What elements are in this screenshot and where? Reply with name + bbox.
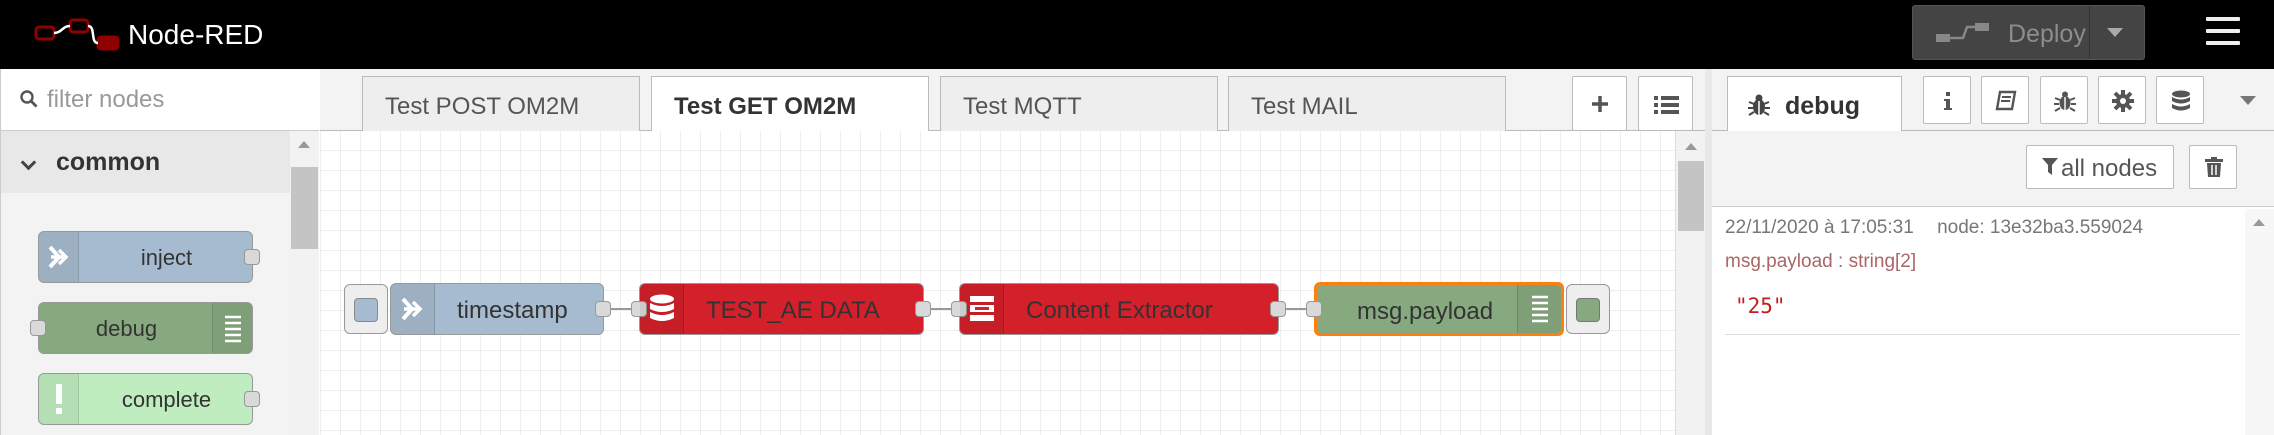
exclamation-icon — [39, 374, 79, 424]
debug-message-meta: 22/11/2020 à 17:05:31 node: 13e32ba3.559… — [1725, 217, 2143, 239]
output-port — [244, 249, 260, 265]
extractor-icon — [960, 284, 1004, 334]
bug-icon — [1748, 94, 1770, 116]
debug-list-icon — [1517, 285, 1561, 333]
flow-node-label: Content Extractor — [1026, 297, 1213, 324]
search-icon — [20, 90, 38, 108]
flow-node-msg-payload[interactable]: msg.payload — [1306, 282, 1564, 336]
chevron-down-icon[interactable] — [2240, 96, 2256, 105]
hamburger-menu-icon[interactable] — [2206, 17, 2240, 47]
workspace-tab-bar: Test POST OM2M Test GET OM2M Test MQTT T… — [320, 69, 1705, 132]
debug-toolbar: all nodes — [1712, 131, 2274, 207]
plus-icon — [1592, 96, 1608, 112]
palette-category-common[interactable]: common — [1, 131, 290, 193]
deploy-label: Deploy — [2008, 20, 2086, 48]
flow-node-content-extractor[interactable]: Content Extractor — [951, 283, 1286, 335]
bug-icon — [2054, 91, 2076, 112]
database-icon — [640, 284, 684, 334]
palette-node-label: inject — [140, 245, 193, 270]
sidebar-scrollbar[interactable] — [2245, 209, 2274, 435]
deploy-dropdown-caret-icon[interactable] — [2107, 28, 2123, 37]
debug-tab-button[interactable] — [2040, 76, 2088, 124]
flow-node-test-ae-data[interactable]: TEST_AE DATA — [631, 283, 931, 335]
tab-test-post-om2m[interactable]: Test POST OM2M — [362, 76, 640, 132]
gear-icon — [2112, 90, 2134, 112]
node-palette: common inject debug — [0, 69, 319, 435]
config-tab-button[interactable] — [2098, 76, 2146, 124]
book-icon — [1995, 90, 2017, 111]
tab-test-get-om2m[interactable]: Test GET OM2M — [651, 76, 929, 132]
chevron-down-icon — [20, 154, 37, 171]
clear-debug-button[interactable] — [2189, 145, 2237, 189]
info-icon — [1944, 92, 1952, 110]
list-flows-button[interactable] — [1638, 76, 1693, 131]
scroll-up-arrow-icon[interactable] — [2253, 219, 2265, 226]
node-red-logo-icon — [34, 18, 120, 51]
inject-arrow-icon — [391, 284, 435, 334]
output-port[interactable] — [595, 301, 611, 317]
sidebar-tab-debug[interactable]: debug — [1727, 76, 1902, 132]
context-tab-button[interactable] — [2156, 76, 2204, 124]
debug-toggle-button[interactable] — [1566, 284, 1610, 334]
deploy-button[interactable]: Deploy — [1912, 5, 2145, 60]
sidebar-tab-debug-label: debug — [1785, 92, 1860, 120]
scroll-up-arrow-icon[interactable] — [298, 141, 310, 148]
palette-node-label: debug — [95, 316, 158, 341]
output-port — [244, 391, 260, 407]
palette-search — [1, 69, 319, 131]
tab-test-mail[interactable]: Test MAIL — [1228, 76, 1506, 132]
add-tab-button[interactable] — [1572, 76, 1627, 131]
sidebar: debug all nodes 22/11/2020 à 17:05:31 no… — [1705, 69, 2274, 435]
palette-node-complete[interactable]: complete — [38, 373, 260, 425]
inject-button[interactable] — [344, 284, 388, 334]
help-tab-button[interactable] — [1981, 76, 2029, 124]
header-bar: Node-RED Deploy — [0, 0, 2274, 69]
filter-label: all nodes — [2061, 155, 2158, 182]
input-port[interactable] — [1306, 301, 1322, 317]
palette-node-label: complete — [121, 387, 212, 412]
app-title: Node-RED — [128, 19, 264, 50]
flow-node-label: TEST_AE DATA — [706, 297, 880, 324]
deploy-separator — [2089, 6, 2090, 59]
palette-category-label: common — [56, 148, 161, 176]
debug-message-node[interactable]: node: 13e32ba3.559024 — [1937, 217, 2143, 238]
filter-icon — [2042, 158, 2058, 175]
flow-node-label: msg.payload — [1357, 298, 1494, 325]
canvas-scrollbar[interactable] — [1675, 131, 1705, 435]
debug-message-topic: msg.payload : string[2] — [1725, 251, 1917, 272]
tab-test-mqtt[interactable]: Test MQTT — [940, 76, 1218, 132]
inject-arrow-icon — [39, 232, 79, 282]
debug-message-date: 22/11/2020 à 17:05:31 — [1725, 217, 1914, 238]
output-port[interactable] — [915, 301, 931, 317]
info-tab-button[interactable] — [1923, 76, 1971, 124]
debug-list-icon — [212, 303, 252, 353]
debug-message-value[interactable]: "25" — [1735, 294, 1786, 318]
output-port[interactable] — [1270, 301, 1286, 317]
list-icon — [1654, 96, 1679, 114]
filter-all-nodes-button[interactable]: all nodes — [2026, 145, 2174, 189]
sidebar-tab-bar: debug — [1712, 69, 2274, 132]
debug-message[interactable]: 22/11/2020 à 17:05:31 node: 13e32ba3.559… — [1725, 212, 2240, 335]
flow-node-label: timestamp — [457, 297, 568, 324]
palette-node-inject[interactable]: inject — [38, 231, 260, 283]
deploy-flow-icon — [1936, 23, 1989, 42]
palette-node-debug[interactable]: debug — [30, 302, 253, 354]
palette-scrollbar[interactable] — [290, 131, 319, 435]
flow-node-timestamp[interactable]: timestamp — [390, 283, 611, 335]
database-icon — [2172, 90, 2190, 111]
scroll-up-arrow-icon[interactable] — [1685, 143, 1697, 150]
canvas-scroll-thumb[interactable] — [1678, 161, 1704, 231]
palette-filter-input[interactable] — [47, 83, 307, 117]
palette-scroll-thumb[interactable] — [291, 167, 318, 249]
trash-icon — [2205, 157, 2223, 177]
